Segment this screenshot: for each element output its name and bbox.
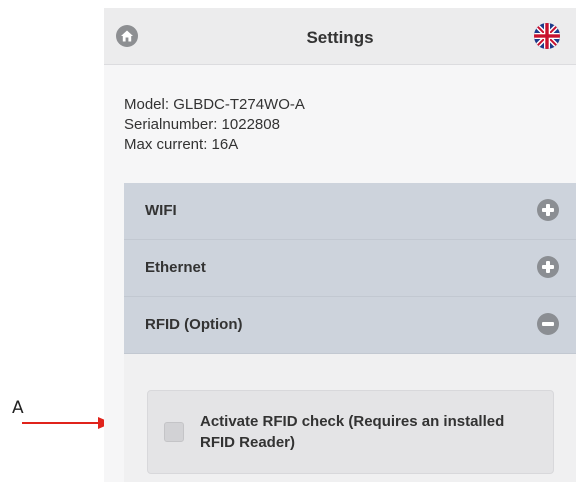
device-info: Model: GLBDC-T274WO-A Serialnumber: 1022… xyxy=(124,95,305,155)
accordion-label-wifi: WIFI xyxy=(145,202,177,219)
rfid-section: Activate RFID check (Requires an install… xyxy=(124,354,576,482)
plus-icon[interactable] xyxy=(537,256,559,278)
settings-accordion: WIFI Ethernet RFID (Option) Activate RFI… xyxy=(124,183,576,482)
max-current-text: Max current: 16A xyxy=(124,136,239,153)
rfid-checkbox-label[interactable]: Activate RFID check (Requires an install… xyxy=(200,411,540,453)
plus-icon[interactable] xyxy=(537,199,559,221)
minus-icon[interactable] xyxy=(537,313,559,335)
accordion-item-ethernet[interactable]: Ethernet xyxy=(124,240,576,297)
accordion-label-rfid: RFID (Option) xyxy=(145,316,243,333)
rfid-check-card[interactable]: Activate RFID check (Requires an install… xyxy=(147,390,554,474)
accordion-item-wifi[interactable]: WIFI xyxy=(124,183,576,240)
uk-flag-icon[interactable] xyxy=(534,23,560,49)
page-title: Settings xyxy=(306,28,374,47)
rfid-checkbox[interactable] xyxy=(164,422,184,442)
annotation-arrow-icon xyxy=(22,417,112,429)
model-text: Model: GLBDC-T274WO-A xyxy=(124,96,305,113)
serial-text: Serialnumber: 1022808 xyxy=(124,116,280,133)
accordion-label-ethernet: Ethernet xyxy=(145,259,206,276)
accordion-item-rfid[interactable]: RFID (Option) xyxy=(124,297,576,354)
settings-panel: Settings Model: GLBDC-T274WO-A Serialnum… xyxy=(104,8,576,482)
top-bar: Settings xyxy=(104,8,576,65)
